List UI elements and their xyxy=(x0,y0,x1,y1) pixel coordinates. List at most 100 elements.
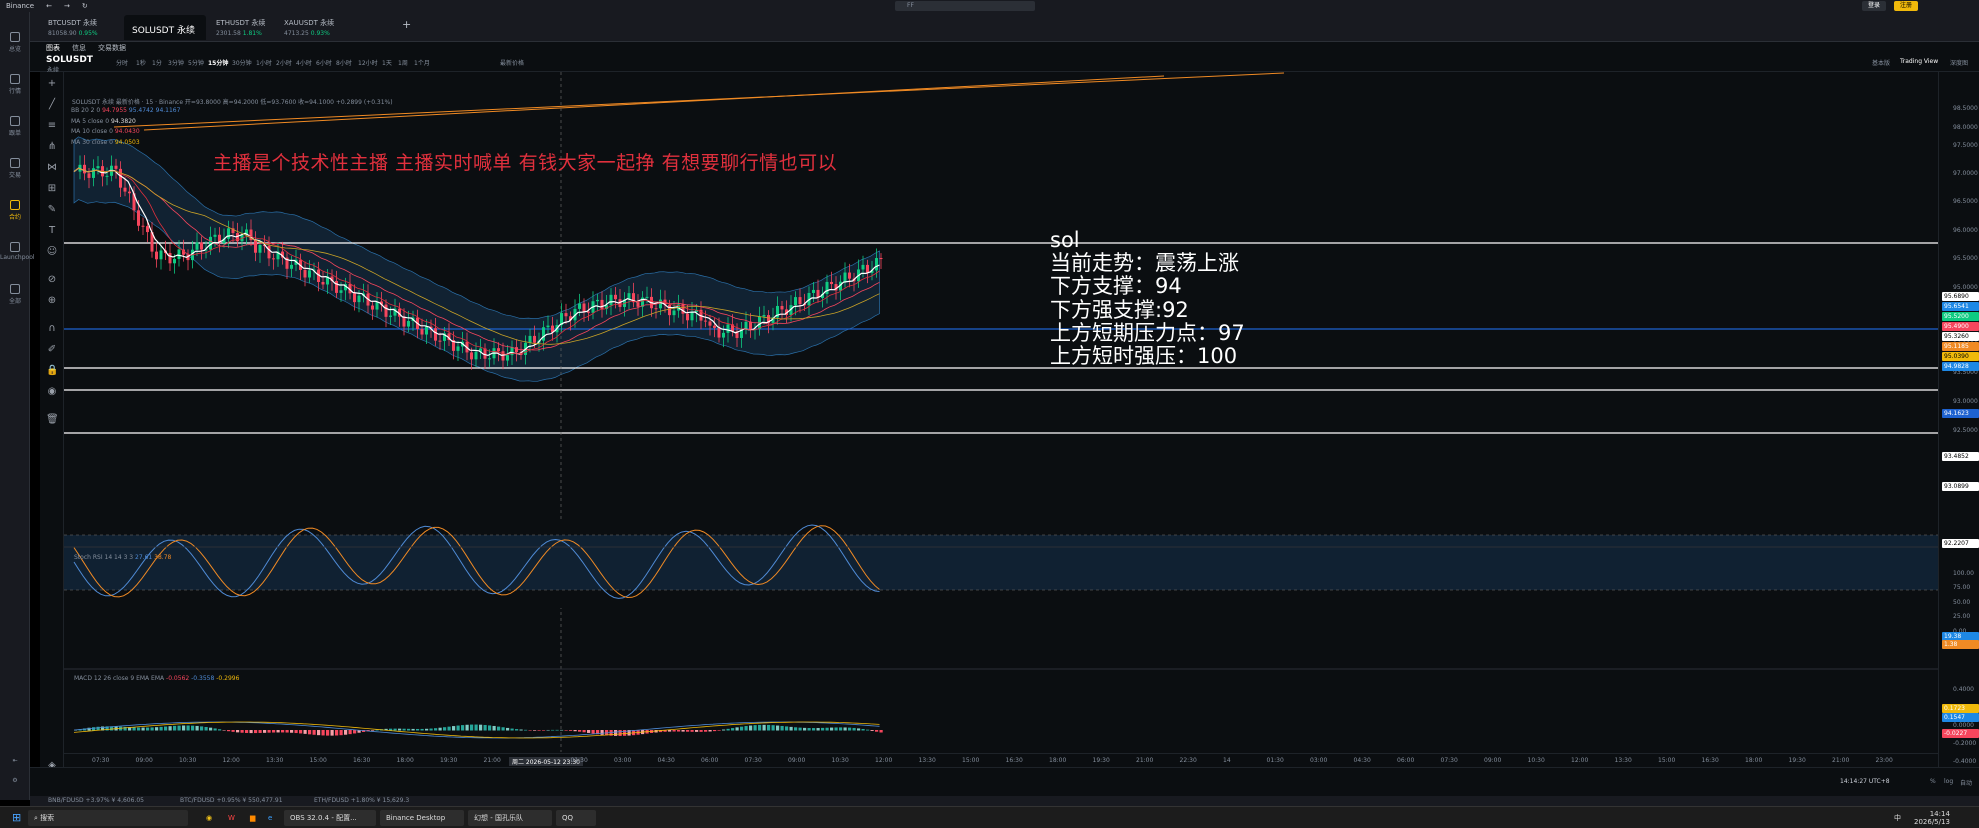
interval-6h[interactable]: 6小时 xyxy=(316,58,332,67)
time-tick: 15:00 xyxy=(1658,757,1676,764)
time-axis[interactable]: 07:30 09:00 10:30 12:00 13:30 15:00 16:30 18:00… xyxy=(64,753,1938,767)
crosshair-icon[interactable]: + xyxy=(46,78,58,90)
settings-icon[interactable]: ⚙ xyxy=(0,777,30,784)
ticker-btc[interactable]: BTC/FDUSD +0.95% ¥ 550,477.91 xyxy=(180,797,283,804)
nav-markets[interactable]: 行情 xyxy=(0,74,30,95)
collapse-icon[interactable]: ⇤ xyxy=(0,757,30,764)
pattern-icon[interactable]: ⋈ xyxy=(46,162,58,174)
interval-8h[interactable]: 8小时 xyxy=(336,58,352,67)
candle xyxy=(843,272,847,282)
log-toggle[interactable]: log xyxy=(1944,778,1953,785)
interval-1w[interactable]: 1周 xyxy=(398,58,408,67)
tab-btcusdt[interactable]: BTCUSDT 永续 81058.90 0.95% xyxy=(40,15,106,40)
candle xyxy=(159,250,163,260)
price-type-select[interactable]: 最新价格 xyxy=(500,58,524,67)
candle xyxy=(645,296,649,298)
stochrsi-tick: 100.00 xyxy=(1953,570,1974,577)
text-icon[interactable]: T xyxy=(46,225,58,237)
interval-1month[interactable]: 1个月 xyxy=(414,58,430,67)
nav-copy-trading[interactable]: 跟单 xyxy=(0,116,30,137)
nav-launchpool[interactable]: Launchpool xyxy=(0,242,35,261)
macd-bar xyxy=(740,726,744,731)
interval-1d[interactable]: 1天 xyxy=(382,58,392,67)
ruler-icon[interactable]: ⊘ xyxy=(46,274,58,286)
ime-indicator[interactable]: 中 xyxy=(1888,810,1907,826)
app-title: Binance xyxy=(6,2,35,10)
interval-5m[interactable]: 5分钟 xyxy=(188,58,204,67)
view-tradingview[interactable]: Trading View xyxy=(1900,58,1938,65)
tab-solusdt[interactable]: SOLUSDT 永续 xyxy=(124,15,206,40)
edge-icon[interactable]: e xyxy=(262,810,278,826)
folder-icon[interactable]: ▆ xyxy=(244,810,261,826)
price-tick: 97.0000 xyxy=(1953,170,1978,177)
add-tab-icon[interactable]: + xyxy=(394,15,419,40)
price-axis[interactable]: 98.5000 98.0000 97.5000 97.0000 96.5000 96.00… xyxy=(1938,72,1979,767)
view-basic[interactable]: 基本版 xyxy=(1872,58,1890,67)
interval-1h[interactable]: 1小时 xyxy=(256,58,272,67)
global-search-input[interactable]: FF xyxy=(895,1,1035,11)
macd-bar xyxy=(335,730,339,736)
taskbar-qq[interactable]: QQ xyxy=(556,810,596,826)
tab-trading-data[interactable]: 交易数据 xyxy=(98,43,126,53)
pitchfork-icon[interactable]: ⋔ xyxy=(46,141,58,153)
interval-3m[interactable]: 3分钟 xyxy=(168,58,184,67)
interval-12h[interactable]: 12小时 xyxy=(358,58,378,67)
nav-trade[interactable]: 交易 xyxy=(0,158,30,179)
interval-1m[interactable]: 1分 xyxy=(152,58,162,67)
tab-info[interactable]: 信息 xyxy=(72,43,86,53)
chart-area[interactable] xyxy=(64,72,1938,767)
taskbar-search[interactable]: ⌕ 搜索 xyxy=(28,810,188,826)
candle xyxy=(722,332,725,338)
interval-2h[interactable]: 2小时 xyxy=(276,58,292,67)
symbol-selector[interactable]: SOLUSDT xyxy=(46,55,93,65)
horizontal-lines-icon[interactable]: ≡ xyxy=(46,120,58,132)
interval-4h[interactable]: 4小时 xyxy=(296,58,312,67)
trendline-icon[interactable]: ╱ xyxy=(46,99,58,111)
zoom-icon[interactable]: ⊕ xyxy=(46,295,58,307)
chart-canvas[interactable] xyxy=(64,72,1938,767)
trash-icon[interactable]: 🗑 xyxy=(46,414,59,426)
macd-bar xyxy=(821,727,825,731)
ticker-eth[interactable]: ETH/FDUSD +1.80% ¥ 15,629.3 xyxy=(314,797,409,804)
macd-bar xyxy=(479,724,483,731)
interval-15m[interactable]: 15分钟 xyxy=(208,58,228,67)
candle xyxy=(596,299,599,302)
windows-start-icon[interactable]: ⊞ xyxy=(6,810,27,826)
refresh-icon[interactable]: ↻ xyxy=(76,2,94,10)
taskbar-binance[interactable]: Binance Desktop xyxy=(380,810,464,826)
tab-ethusdt[interactable]: ETHUSDT 永续 2301.58 1.81% xyxy=(208,15,273,40)
view-depth[interactable]: 深度图 xyxy=(1950,58,1968,67)
brush-icon[interactable]: ✎ xyxy=(46,204,58,216)
chrome-icon[interactable]: ◉ xyxy=(200,810,218,826)
interval-tick[interactable]: 分时 xyxy=(116,58,128,67)
nav-overview[interactable]: 总览 xyxy=(0,32,30,53)
taskbar-obs[interactable]: OBS 32.0.4 - 配置... xyxy=(284,810,376,826)
forward-icon[interactable]: → xyxy=(58,2,76,10)
eye-icon[interactable]: ◉ xyxy=(46,386,58,398)
magnet-icon[interactable]: ∩ xyxy=(46,323,58,335)
wps-icon[interactable]: W xyxy=(222,810,241,826)
fib-icon[interactable]: ⊞ xyxy=(46,183,58,195)
percent-toggle[interactable]: % xyxy=(1930,778,1936,785)
pen-lock-icon[interactable]: ✐ xyxy=(46,344,58,356)
tab-chart[interactable]: 图表 xyxy=(46,43,60,53)
emoji-icon[interactable]: ☺ xyxy=(46,246,58,258)
ticker-bnb[interactable]: BNB/FDUSD +3.97% ¥ 4,606.05 xyxy=(48,797,144,804)
nav-all[interactable]: 全部 xyxy=(0,284,30,305)
taskbar-music[interactable]: 幻想 - 国孔乐队 xyxy=(468,810,552,826)
tab-xauusdt[interactable]: XAUUSDT 永续 4713.25 0.93% xyxy=(276,15,342,40)
nav-futures[interactable]: 合约 xyxy=(0,200,30,221)
time-tick: 09:00 xyxy=(788,757,806,764)
system-clock[interactable]: 14:14 2026/5/13 xyxy=(1908,810,1956,826)
interval-30m[interactable]: 30分钟 xyxy=(232,58,252,67)
login-button[interactable]: 登录 xyxy=(1862,1,1887,11)
macd-bar xyxy=(731,728,735,731)
interval-1s[interactable]: 1秒 xyxy=(136,58,146,67)
macd-bar xyxy=(713,730,717,732)
lock-icon[interactable]: 🔒 xyxy=(46,365,58,377)
back-icon[interactable]: ← xyxy=(40,2,58,10)
macd-bar xyxy=(132,727,136,731)
register-button[interactable]: 注册 xyxy=(1894,1,1919,11)
auto-toggle[interactable]: 自动 xyxy=(1960,778,1972,787)
macd-bar xyxy=(290,730,294,733)
